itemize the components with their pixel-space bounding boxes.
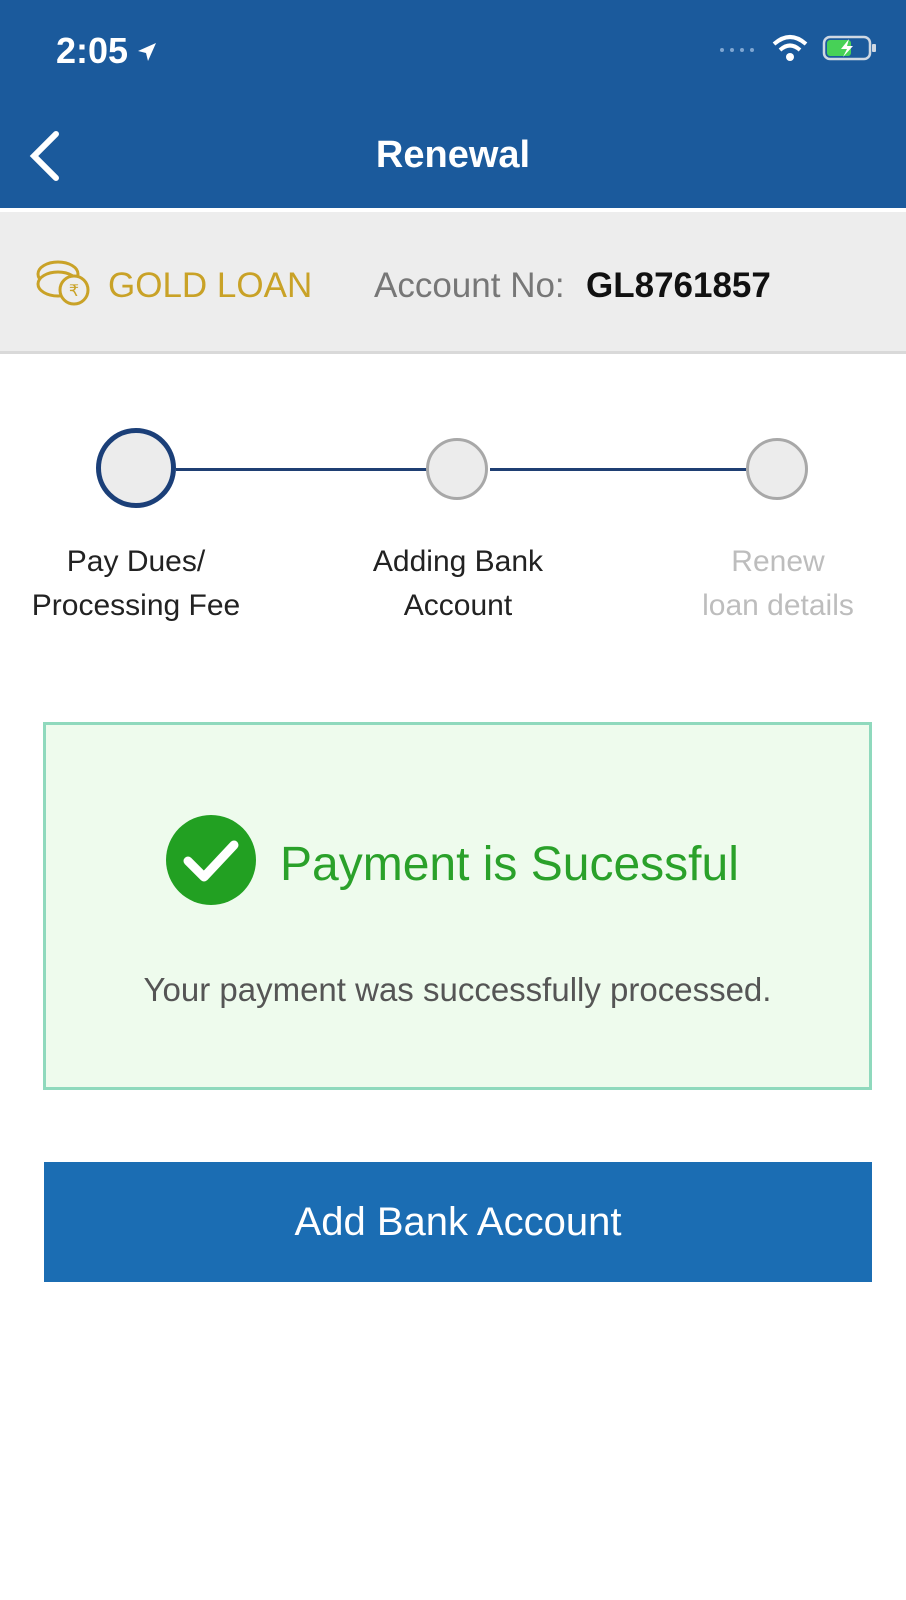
step-3-label-line1: Renew bbox=[731, 545, 825, 578]
battery-charging-icon bbox=[822, 34, 878, 67]
step-connector bbox=[490, 468, 746, 471]
status-time-text: 2:05 bbox=[56, 30, 129, 71]
step-3-label: Renew loan details bbox=[638, 540, 906, 628]
check-circle-icon bbox=[164, 813, 258, 912]
step-3-label-line2: loan details bbox=[702, 589, 854, 622]
step-2-label: Adding Bank Account bbox=[318, 540, 598, 628]
payment-success-panel: Payment is Sucessful Your payment was su… bbox=[43, 722, 872, 1090]
status-icons bbox=[718, 34, 878, 67]
step-connector bbox=[176, 468, 428, 471]
app-header: 2:05 Renewal bbox=[0, 0, 906, 208]
location-arrow-icon bbox=[136, 30, 158, 72]
loan-type: GOLD LOAN bbox=[108, 266, 313, 305]
account-number: GL8761857 bbox=[586, 266, 771, 305]
account-bar: ₹ GOLD LOAN Account No: GL8761857 bbox=[0, 212, 906, 354]
wifi-icon bbox=[772, 34, 808, 67]
add-bank-account-button[interactable]: Add Bank Account bbox=[44, 1162, 872, 1282]
success-title: Payment is Sucessful bbox=[280, 838, 739, 891]
step-2-indicator bbox=[426, 438, 488, 500]
step-3-indicator bbox=[746, 438, 808, 500]
step-1-label-line2: Processing Fee bbox=[31, 589, 241, 622]
step-2-label-line2: Account bbox=[403, 589, 513, 622]
signal-icon bbox=[718, 42, 758, 60]
step-2-label-line1: Adding Bank bbox=[372, 545, 544, 578]
svg-text:₹: ₹ bbox=[69, 283, 79, 300]
gold-coins-icon: ₹ bbox=[34, 258, 92, 313]
progress-stepper: Pay Dues/ Processing Fee Adding Bank Acc… bbox=[0, 420, 906, 640]
success-message: Your payment was successfully processed. bbox=[143, 971, 772, 1008]
step-1-label-line1: Pay Dues/ bbox=[66, 545, 206, 578]
account-label: Account No: bbox=[374, 266, 565, 305]
step-1-label: Pay Dues/ Processing Fee bbox=[0, 540, 276, 628]
status-time: 2:05 bbox=[56, 30, 158, 72]
page-title: Renewal bbox=[375, 134, 531, 176]
step-1-indicator bbox=[96, 428, 176, 508]
